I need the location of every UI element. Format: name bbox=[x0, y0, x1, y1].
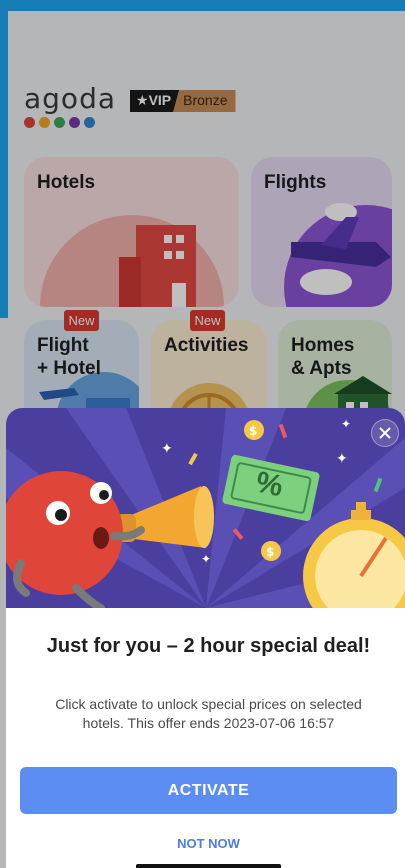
activate-button[interactable]: ACTIVATE bbox=[20, 767, 397, 814]
close-button[interactable] bbox=[371, 419, 399, 447]
promo-illustration: ✦ ✦ ✦ ✦ $ $ bbox=[6, 408, 405, 608]
svg-text:✦: ✦ bbox=[336, 451, 348, 467]
svg-text:$: $ bbox=[266, 545, 274, 559]
svg-text:✦: ✦ bbox=[201, 552, 211, 566]
special-deal-modal: ✦ ✦ ✦ ✦ $ $ % Just for you – 2 hour spec… bbox=[6, 408, 405, 868]
modal-description: Click activate to unlock special prices … bbox=[55, 696, 362, 731]
modal-title: Just for you – 2 hour special deal! bbox=[46, 635, 371, 657]
not-now-button[interactable]: NOT NOW bbox=[136, 836, 281, 851]
svg-text:✦: ✦ bbox=[341, 417, 351, 431]
svg-text:✦: ✦ bbox=[161, 441, 173, 457]
promo-banner: ✦ ✦ ✦ ✦ $ $ % bbox=[6, 408, 405, 608]
svg-text:$: $ bbox=[249, 424, 257, 438]
close-icon bbox=[379, 427, 391, 439]
app-screen: agoda ★VIP Bronze Hotels Flights Flight … bbox=[0, 0, 405, 868]
home-indicator bbox=[136, 864, 281, 868]
